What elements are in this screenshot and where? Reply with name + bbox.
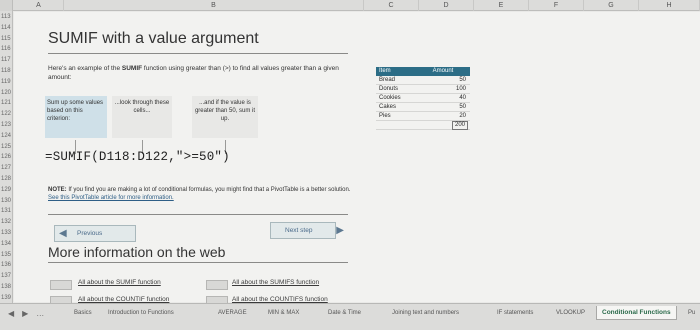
row-number[interactable]: 135: [0, 251, 13, 260]
column-header-a[interactable]: A: [14, 0, 64, 11]
row-number[interactable]: 114: [0, 24, 13, 33]
row-number[interactable]: 124: [0, 132, 13, 141]
row-number[interactable]: 125: [0, 143, 13, 152]
table-cell-item[interactable]: Cookies: [379, 94, 401, 103]
countif-link[interactable]: All about the COUNTIF function: [78, 296, 169, 303]
more-info-title: More information on the web: [48, 244, 226, 260]
note-text: NOTE: If you find you are making a lot o…: [48, 186, 358, 202]
column-header-h[interactable]: H: [639, 0, 700, 11]
row-number[interactable]: 118: [0, 67, 13, 76]
tab-scroll-arrows-icon[interactable]: ◀▶…: [8, 309, 52, 318]
row-number[interactable]: 129: [0, 186, 13, 195]
tab-pu[interactable]: Pu: [688, 310, 695, 316]
page-title: SUMIF with a value argument: [48, 30, 259, 47]
table-header-amount: Amount: [432, 68, 454, 74]
column-header-g[interactable]: G: [584, 0, 639, 11]
table-row[interactable]: Cookies 40: [376, 94, 470, 103]
table-cell-amount[interactable]: 50: [459, 103, 466, 112]
tab-introduction-to-functions[interactable]: Introduction to Functions: [108, 310, 174, 316]
link-thumbnail-icon[interactable]: [206, 280, 228, 290]
column-header-d[interactable]: D: [419, 0, 474, 11]
sheet-tab-bar: ◀▶… Basics Introduction to Functions AVE…: [0, 303, 700, 330]
row-number[interactable]: 139: [0, 294, 13, 303]
row-number[interactable]: 116: [0, 45, 13, 54]
table-cell-amount[interactable]: 20: [459, 112, 466, 121]
note-label: NOTE:: [48, 187, 67, 193]
tab-joining-text-and-numbers[interactable]: Joining text and numbers: [392, 310, 459, 316]
formula-cell[interactable]: =SUMIF(D118:D122,">=50"): [45, 150, 230, 164]
more-info-divider: [48, 262, 348, 263]
callout-criterion: Sum up some values based on this criteri…: [45, 96, 107, 138]
row-number[interactable]: 131: [0, 207, 13, 216]
row-number[interactable]: 122: [0, 110, 13, 119]
tab-min-max[interactable]: MIN & MAX: [268, 310, 299, 316]
row-number[interactable]: 121: [0, 99, 13, 108]
table-row[interactable]: Donuts 100: [376, 85, 470, 94]
table-total-row[interactable]: 200: [376, 121, 470, 130]
tab-vlookup[interactable]: VLOOKUP: [556, 310, 585, 316]
intro-pre: Here's an example of the: [48, 65, 122, 72]
link-thumbnail-icon[interactable]: [50, 280, 72, 290]
row-number[interactable]: 117: [0, 56, 13, 65]
table-total-cell[interactable]: 200: [451, 121, 468, 130]
row-number[interactable]: 119: [0, 78, 13, 87]
table-header-row: Item Amount: [376, 67, 470, 76]
column-header-c[interactable]: C: [364, 0, 419, 11]
tab-conditional-functions[interactable]: Conditional Functions: [596, 306, 677, 320]
table-header-item: Item: [379, 68, 391, 74]
row-number[interactable]: 113: [0, 13, 13, 22]
table-cell-amount[interactable]: 50: [459, 76, 466, 85]
next-step-button[interactable]: Next step ▶: [270, 222, 344, 239]
table-cell-amount[interactable]: 40: [459, 94, 466, 103]
column-header-e[interactable]: E: [474, 0, 529, 11]
tab-average[interactable]: AVERAGE: [218, 310, 247, 316]
tab-if-statements[interactable]: IF statements: [497, 310, 533, 316]
row-number[interactable]: 115: [0, 35, 13, 44]
intro-text: Here's an example of the SUMIF function …: [48, 64, 348, 82]
table-cell-item[interactable]: Pies: [379, 112, 391, 121]
select-all-corner[interactable]: [0, 0, 13, 11]
table-cell-item[interactable]: Bread: [379, 76, 395, 85]
table-row[interactable]: Pies 20: [376, 112, 470, 121]
intro-function-name: SUMIF: [121, 65, 143, 72]
row-header-bar: 113 114 115 116 117 118 119 120 121 122 123 124 125 1…: [0, 11, 13, 303]
column-header-bar: A B C D E F G H: [0, 0, 700, 11]
note-body: If you find you are making a lot of cond…: [66, 187, 351, 193]
row-number[interactable]: 126: [0, 153, 13, 162]
row-number[interactable]: 128: [0, 175, 13, 184]
arrow-right-icon: ▶: [336, 225, 344, 236]
row-number[interactable]: 136: [0, 261, 13, 270]
row-number[interactable]: 137: [0, 272, 13, 281]
row-number[interactable]: 130: [0, 197, 13, 206]
next-step-button-label: Next step: [285, 227, 313, 234]
table-cell-item[interactable]: Donuts: [379, 85, 398, 94]
sumifs-link[interactable]: All about the SUMIFS function: [232, 279, 319, 286]
row-number[interactable]: 132: [0, 218, 13, 227]
tab-basics[interactable]: Basics: [74, 310, 92, 316]
sumif-link[interactable]: All about the SUMIF function: [78, 279, 161, 286]
row-number[interactable]: 138: [0, 283, 13, 292]
column-header-f[interactable]: F: [529, 0, 584, 11]
previous-button[interactable]: ◀ Previous: [54, 225, 136, 242]
countifs-link[interactable]: All about the COUNTIFS function: [232, 296, 328, 303]
amounts-table[interactable]: Item Amount Bread 50 Donuts 100 Cookies 40 C…: [376, 67, 470, 130]
callout-condition: ...and if the value is greater than 50, …: [192, 96, 258, 138]
note-divider: [48, 214, 348, 215]
column-header-b[interactable]: B: [64, 0, 364, 11]
row-number[interactable]: 123: [0, 121, 13, 130]
row-number[interactable]: 127: [0, 164, 13, 173]
tab-date-time[interactable]: Date & Time: [328, 310, 361, 316]
previous-button-label: Previous: [77, 230, 103, 237]
table-cell-amount[interactable]: 100: [456, 85, 466, 94]
row-number[interactable]: 134: [0, 240, 13, 249]
callout-range: ...look through these cells...: [112, 96, 172, 138]
title-divider: [48, 53, 348, 54]
pivottable-link[interactable]: See this PivotTable article for more inf…: [48, 195, 174, 201]
row-number[interactable]: 133: [0, 229, 13, 238]
table-cell-item[interactable]: Cakes: [379, 103, 396, 112]
arrow-left-icon: ◀: [59, 228, 67, 239]
table-row[interactable]: Cakes 50: [376, 103, 470, 112]
row-number[interactable]: 120: [0, 89, 13, 98]
table-row[interactable]: Bread 50: [376, 76, 470, 85]
